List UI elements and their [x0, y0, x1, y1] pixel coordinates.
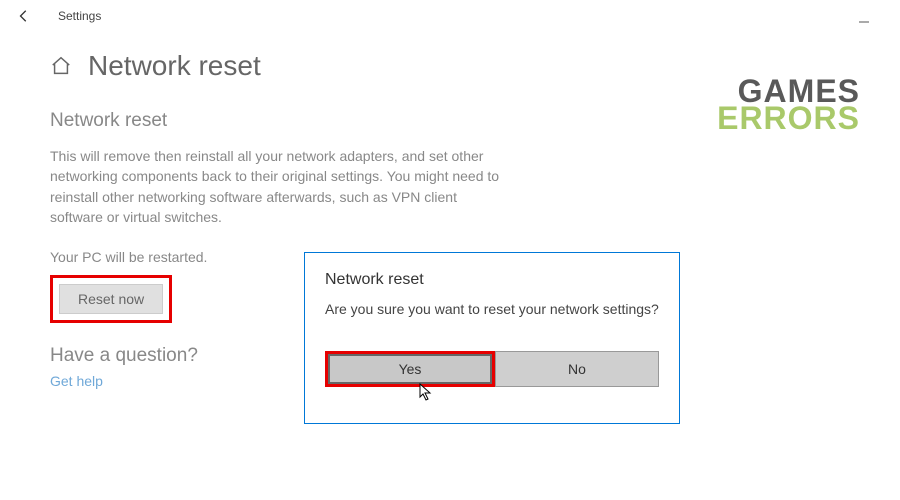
- reset-now-button[interactable]: Reset now: [59, 284, 163, 314]
- dialog-button-row: Yes No: [325, 351, 659, 387]
- back-button[interactable]: [12, 4, 36, 28]
- no-button-container: No: [495, 351, 659, 387]
- watermark-line2: ERRORS: [717, 105, 860, 132]
- page-title: Network reset: [88, 50, 261, 82]
- section-heading: Network reset: [50, 110, 510, 132]
- arrow-left-icon: [17, 9, 31, 23]
- no-button[interactable]: No: [495, 351, 659, 387]
- titlebar: Settings: [0, 0, 900, 32]
- confirm-dialog: Network reset Are you sure you want to r…: [304, 252, 680, 424]
- watermark: GAMES ERRORS: [717, 78, 860, 132]
- home-icon[interactable]: [50, 55, 72, 77]
- section-description: This will remove then reinstall all your…: [50, 146, 510, 227]
- dialog-title: Network reset: [325, 271, 659, 289]
- dialog-text: Are you sure you want to reset your netw…: [325, 301, 659, 317]
- yes-button[interactable]: Yes: [328, 354, 492, 384]
- yes-button-highlight: Yes: [325, 351, 495, 387]
- window-title: Settings: [58, 9, 101, 23]
- reset-now-highlight: Reset now: [50, 275, 172, 323]
- minimize-icon: [858, 16, 870, 28]
- minimize-button[interactable]: [852, 10, 876, 34]
